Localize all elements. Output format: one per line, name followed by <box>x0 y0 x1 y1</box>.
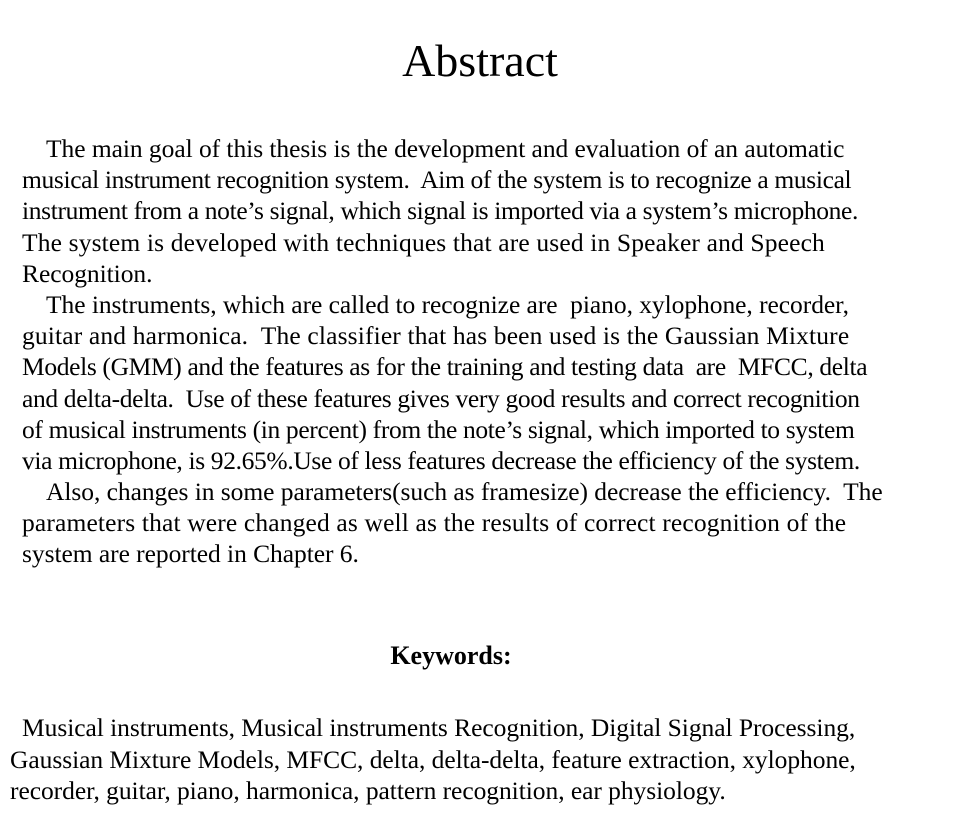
abstract-line: guitar and harmonica. The classifier tha… <box>22 321 850 351</box>
abstract-line: Recognition. <box>22 258 153 288</box>
abstract-line: The instruments, which are called to rec… <box>46 289 849 319</box>
keywords-line: recorder, guitar, piano, harmonica, patt… <box>10 776 726 805</box>
abstract-line: instrument from a note’s signal, which s… <box>22 196 859 226</box>
abstract-line: parameters that were changed as well as … <box>22 508 847 538</box>
document-page: Abstract The main goal of this thesis is… <box>0 0 960 813</box>
keywords-list: Musical instruments, Musical instruments… <box>10 712 946 807</box>
page-title: Abstract <box>402 34 558 86</box>
abstract-line: of musical instruments (in percent) from… <box>22 414 855 444</box>
abstract-line: and delta-delta. Use of these features g… <box>22 383 860 413</box>
abstract-line: The system is developed with techniques … <box>22 227 825 257</box>
keywords-heading: Keywords: <box>390 641 512 670</box>
abstract-line: The main goal of this thesis is the deve… <box>46 134 845 163</box>
abstract-line: system are reported in Chapter 6. <box>22 539 359 569</box>
abstract-line: Models (GMM) and the features as for the… <box>22 352 868 382</box>
keywords-line: Musical instruments, Musical instruments… <box>22 713 856 742</box>
abstract-line: via microphone, is 92.65%.Use of less fe… <box>22 445 860 475</box>
keywords-line: Gaussian Mixture Models, MFCC, delta, de… <box>10 744 856 774</box>
abstract-line: musical instrument recognition system. A… <box>22 165 852 195</box>
abstract-paragraph: The main goal of this thesis is the deve… <box>22 133 938 570</box>
abstract-line: Also, changes in some parameters(such as… <box>46 477 883 507</box>
